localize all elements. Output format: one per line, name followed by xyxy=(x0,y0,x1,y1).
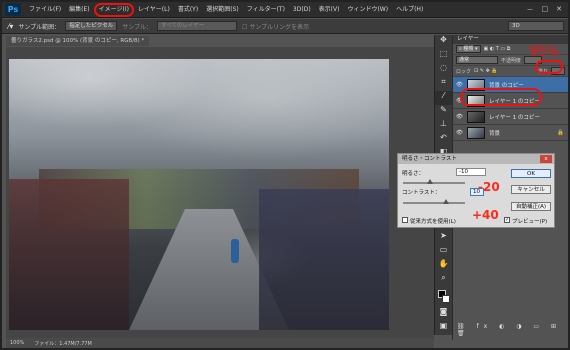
dialog-title: 明るさ・コントラスト xyxy=(402,156,457,162)
menu-bar: Ps ファイル(F) 編集(E) イメージ(I) レイヤー(L) 書式(Y) 選… xyxy=(2,2,568,18)
contrast-slider[interactable] xyxy=(403,199,465,204)
preview-label: プレビュー(P) xyxy=(512,219,548,225)
zoom-tool-icon[interactable]: ⌕ xyxy=(435,273,452,287)
menu-3d[interactable]: 3D(D) xyxy=(289,2,315,18)
filter-icons[interactable]: ▣ ◐ T ▭ ⧉ xyxy=(484,46,511,52)
menu-window[interactable]: ウィンドウ(W) xyxy=(343,2,392,18)
brush-tool-icon[interactable]: ✎ xyxy=(435,105,452,119)
brightness-annotation: -20 xyxy=(478,180,500,194)
sample-ring-label: サンプルリングを表示 xyxy=(249,23,310,31)
legacy-checkbox[interactable] xyxy=(402,217,408,223)
menu-type[interactable]: 書式(Y) xyxy=(174,2,202,18)
status-bar: 100% ファイル：1.47M/7.77M xyxy=(6,338,434,348)
sample-select[interactable]: すべてのレイヤー xyxy=(157,21,238,31)
layer-highlight-ring xyxy=(460,88,542,106)
menu-select[interactable]: 選択範囲(S) xyxy=(202,2,243,18)
window-controls: － □ ✕ xyxy=(527,5,569,15)
menu-view[interactable]: 表示(V) xyxy=(315,2,344,18)
shape-tool-icon[interactable]: ▭ xyxy=(435,245,452,259)
lasso-tool-icon[interactable]: ◌ xyxy=(435,63,452,77)
zoom-level[interactable]: 100% xyxy=(10,340,24,346)
menu-help[interactable]: ヘルプ(H) xyxy=(392,2,427,18)
screen-mode-icon[interactable]: ▣ xyxy=(435,321,452,335)
stamp-tool-icon[interactable]: ⊥ xyxy=(435,119,452,133)
legacy-label: 従来方式を使用(L) xyxy=(410,219,456,225)
document-tab[interactable]: 曇りガラス2.psd @ 100% (背景 のコピー, RGB/8) * xyxy=(6,36,150,46)
sample-ring-checkbox[interactable]: ☐ サンプルリングを表示 xyxy=(242,22,309,31)
layer-name: レイヤー 1 のコピー xyxy=(488,114,540,121)
menu-file[interactable]: ファイル(F) xyxy=(25,2,65,18)
panel-footer-icons[interactable]: ⛓ fx ◐ ◑ ▭ ⊞ 🗑 xyxy=(457,323,568,337)
brightness-label: 明るさ： xyxy=(402,171,425,177)
sample-label: サンプル： xyxy=(122,23,153,31)
opacity-annotation: 95% xyxy=(529,44,559,60)
layer-name: 背景 xyxy=(488,130,500,137)
opacity-highlight-ring xyxy=(535,60,563,74)
sample-size-select[interactable]: 指定したピクセル xyxy=(65,21,118,31)
contrast-slider-handle[interactable] xyxy=(443,199,449,204)
layers-tab[interactable]: レイヤー xyxy=(453,35,568,44)
dialog-titlebar: 明るさ・コントラスト x xyxy=(398,154,554,164)
menu-image[interactable]: イメージ(I) xyxy=(93,2,134,17)
layer-thumbnail xyxy=(466,126,485,139)
auto-button[interactable]: 自動補正(A) xyxy=(511,202,551,211)
cancel-button[interactable]: キャンセル xyxy=(511,185,551,194)
workspace-select[interactable]: 3D xyxy=(508,21,564,31)
contrast-label: コントラスト： xyxy=(402,190,441,196)
quick-mask-icon[interactable]: ◙ xyxy=(435,307,452,321)
eyedropper-tool-icon[interactable]: ⁄▾ xyxy=(8,22,13,31)
menu-layer[interactable]: レイヤー(L) xyxy=(134,2,174,18)
ps-logo: Ps xyxy=(5,3,21,16)
visibility-eye-icon[interactable]: 👁 xyxy=(456,82,463,88)
color-swatches[interactable] xyxy=(435,287,452,307)
layer-thumbnail xyxy=(466,110,485,123)
close-button[interactable]: ✕ xyxy=(556,5,562,15)
ok-button[interactable]: OK xyxy=(511,169,551,178)
eyedropper-icon[interactable]: ⁄ xyxy=(435,91,452,105)
maximize-button[interactable]: □ xyxy=(542,5,549,15)
sample-size-label: サンプル範囲： xyxy=(18,23,61,31)
layer-row[interactable]: 👁 背景 🔒 xyxy=(453,125,568,141)
visibility-eye-icon[interactable]: 👁 xyxy=(456,130,463,136)
kind-label: 種類 xyxy=(463,46,474,52)
contrast-annotation: +40 xyxy=(472,208,499,222)
dialog-close-button[interactable]: x xyxy=(540,155,552,163)
photoshop-window: Ps ファイル(F) 編集(E) イメージ(I) レイヤー(L) 書式(Y) 選… xyxy=(0,0,570,350)
minimize-button[interactable]: － xyxy=(527,5,534,15)
marquee-tool-icon[interactable]: ⬚ xyxy=(435,49,452,63)
lock-icon: 🔒 xyxy=(557,129,564,136)
lock-icons[interactable]: ⊡ ✎ ✥ 🔒 xyxy=(474,68,498,74)
layer-row[interactable]: 👁 レイヤー 1 のコピー xyxy=(453,109,568,125)
brightness-slider-handle[interactable] xyxy=(427,179,433,184)
preview-checkbox[interactable]: ✓ xyxy=(504,217,510,223)
hand-tool-icon[interactable]: ✋ xyxy=(435,259,452,273)
crop-tool-icon[interactable]: ⌗ xyxy=(435,77,452,91)
history-brush-icon[interactable]: ↶ xyxy=(435,133,452,147)
fog-overlay xyxy=(9,59,389,330)
lock-label: ロック xyxy=(456,68,472,75)
path-select-icon[interactable]: ➤ xyxy=(435,231,452,245)
background-color-swatch[interactable] xyxy=(442,295,450,303)
opacity-label: 不透明度 xyxy=(501,57,522,64)
kind-filter-select[interactable]: ⌕ 種類 ▾ xyxy=(456,45,481,53)
brightness-input[interactable]: -10 xyxy=(456,168,486,176)
document-canvas[interactable] xyxy=(9,59,389,330)
brightness-slider[interactable] xyxy=(403,179,465,184)
visibility-eye-icon[interactable]: 👁 xyxy=(456,114,463,120)
blend-mode-select[interactable]: 通常 xyxy=(456,56,498,64)
menu-edit[interactable]: 編集(E) xyxy=(65,2,93,18)
options-bar: ⁄▾ サンプル範囲： 指定したピクセル サンプル： すべてのレイヤー ☐ サンプ… xyxy=(2,19,568,34)
file-info: ファイル：1.47M/7.77M xyxy=(34,340,92,347)
move-tool-icon[interactable]: ✥ xyxy=(435,35,452,49)
menu-filter[interactable]: フィルター(T) xyxy=(243,2,289,18)
